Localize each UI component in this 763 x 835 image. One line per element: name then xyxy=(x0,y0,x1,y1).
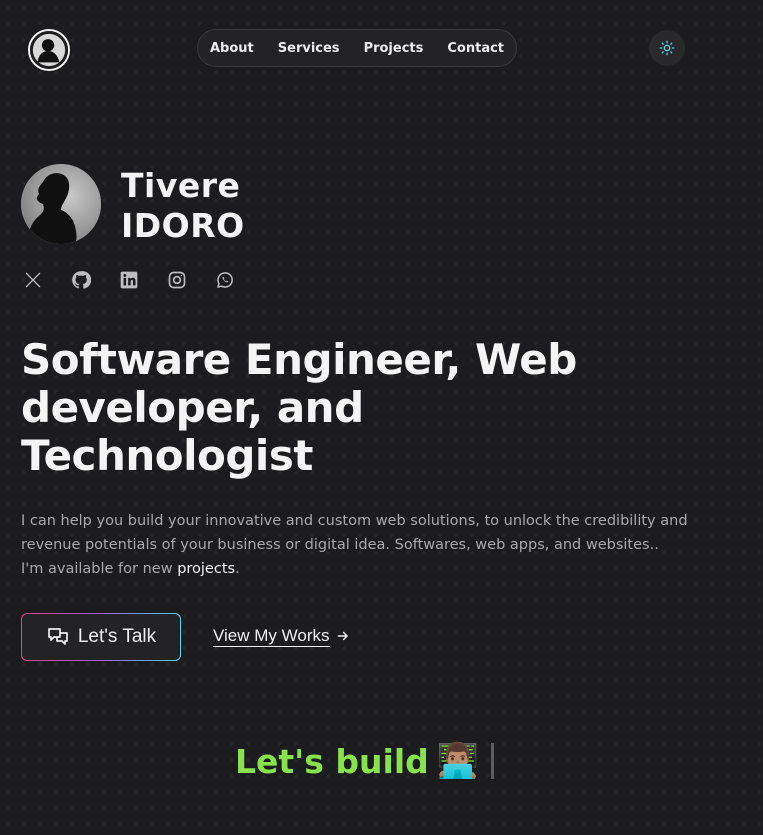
github-icon xyxy=(72,271,91,289)
headline-line-2: developer, and xyxy=(21,383,364,432)
hero-headline: Software Engineer, Web developer, and Te… xyxy=(21,336,661,480)
theme-toggle-button[interactable] xyxy=(649,30,685,66)
social-linkedin[interactable] xyxy=(117,268,141,292)
profile-avatar xyxy=(21,164,101,244)
intro-line-3-suffix: . xyxy=(235,561,240,577)
last-name: IDORO xyxy=(121,206,245,245)
linkedin-icon xyxy=(120,271,138,289)
x-twitter-icon xyxy=(25,272,41,288)
nav-contact[interactable]: Contact xyxy=(447,41,504,56)
hero-intro: I can help you build your innovative and… xyxy=(21,509,711,581)
lets-talk-button[interactable]: Let's Talk xyxy=(21,613,181,661)
first-name: Tivere xyxy=(121,166,241,205)
typing-caret xyxy=(491,743,495,779)
chat-icon xyxy=(48,628,68,645)
sun-icon xyxy=(659,40,675,56)
view-my-works-link[interactable]: View My Works xyxy=(213,624,350,648)
profile-name: Tivere IDORO xyxy=(121,166,245,246)
nav-projects[interactable]: Projects xyxy=(364,41,424,56)
social-x[interactable] xyxy=(21,268,45,292)
view-my-works-label: View My Works xyxy=(213,625,330,647)
whatsapp-icon xyxy=(217,272,233,288)
intro-line-3-prefix: I'm available for new xyxy=(21,561,178,577)
social-links xyxy=(21,268,237,292)
social-whatsapp[interactable] xyxy=(213,268,237,292)
arrow-right-icon xyxy=(337,631,348,641)
profile-photo-silhouette xyxy=(21,164,101,244)
technologist-emoji-icon: 👨🏽‍💻 xyxy=(436,741,480,781)
social-github[interactable] xyxy=(69,268,93,292)
lets-talk-inner: Let's Talk xyxy=(22,614,180,660)
intro-line-1: I can help you build your innovative and… xyxy=(21,513,688,529)
typing-text: Let's build xyxy=(235,741,429,781)
typing-banner: Let's build 👨🏽‍💻 xyxy=(235,738,495,784)
social-instagram[interactable] xyxy=(165,268,189,292)
nav-services[interactable]: Services xyxy=(278,41,340,56)
logo-avatar[interactable] xyxy=(28,29,70,71)
main-nav: About Services Projects Contact xyxy=(197,29,517,67)
lets-talk-label: Let's Talk xyxy=(77,626,157,647)
instagram-icon xyxy=(168,271,186,289)
intro-line-2: revenue potentials of your business or d… xyxy=(21,537,659,553)
headline-line-3: Technologist xyxy=(21,431,313,480)
nav-about[interactable]: About xyxy=(210,41,254,56)
avatar-silhouette-icon xyxy=(30,31,68,69)
headline-line-1: Software Engineer, Web xyxy=(21,335,577,384)
projects-link[interactable]: projects xyxy=(177,561,235,577)
